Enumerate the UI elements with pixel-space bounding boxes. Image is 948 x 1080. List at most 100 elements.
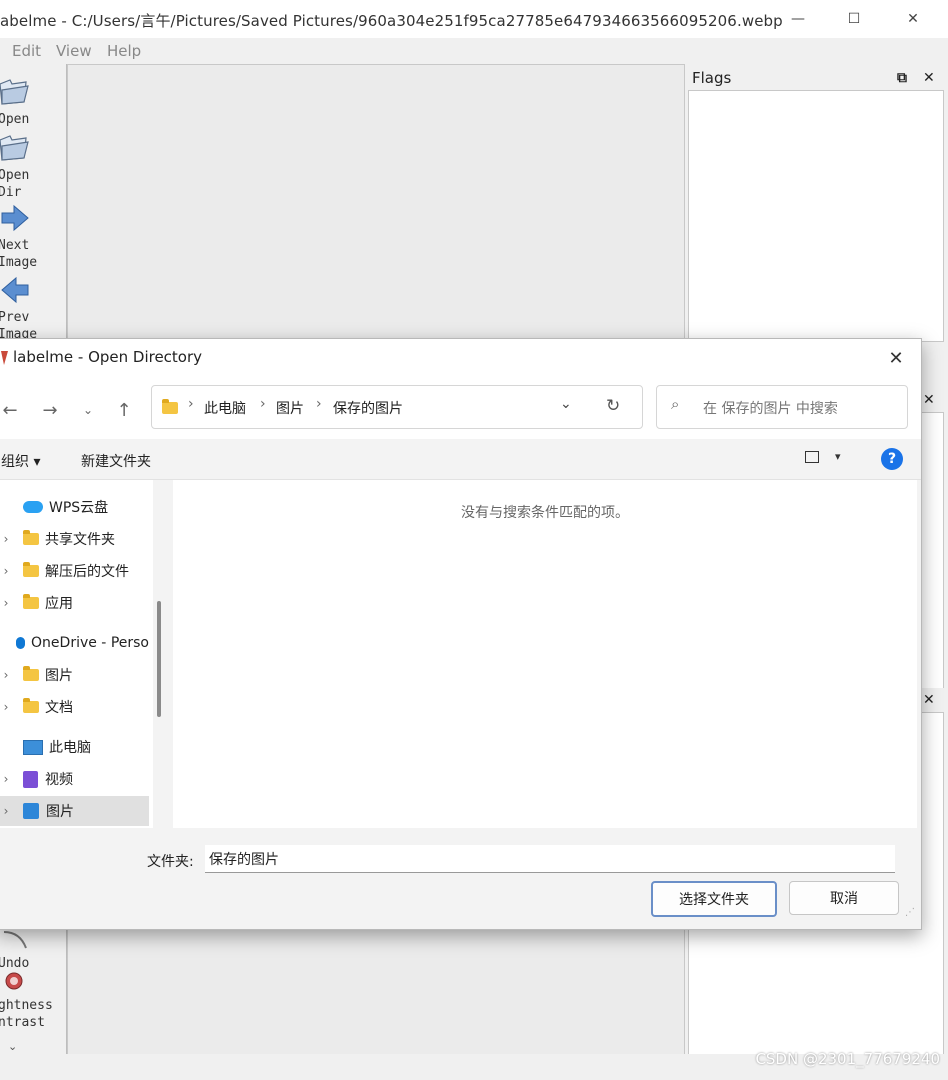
dock-close-icon[interactable]: ✕ bbox=[923, 692, 935, 708]
nav-item-this-pc[interactable]: 此电脑 bbox=[0, 732, 149, 762]
cancel-button[interactable]: 取消 bbox=[789, 881, 899, 915]
nav-item-label: 图片 bbox=[46, 804, 74, 820]
nav-item-label: WPS云盘 bbox=[49, 500, 109, 516]
nav-item-extracted-files[interactable]: › 解压后的文件 bbox=[0, 556, 149, 586]
close-button[interactable]: ✕ bbox=[890, 4, 936, 34]
undo-tool[interactable]: Undo bbox=[0, 928, 66, 972]
nav-item-shared-folder[interactable]: › 共享文件夹 bbox=[0, 524, 149, 554]
chevron-right-icon[interactable]: › bbox=[0, 596, 13, 610]
dialog-titlebar: labelme - Open Directory ✕ bbox=[0, 339, 921, 377]
nav-item-label: 此电脑 bbox=[49, 740, 91, 756]
up-button[interactable]: ↑ bbox=[111, 397, 137, 423]
menu-edit[interactable]: Edit bbox=[12, 42, 41, 60]
address-bar[interactable]: › 此电脑 › 图片 › 保存的图片 ⌄ ↻ bbox=[151, 385, 643, 429]
folder-icon bbox=[23, 666, 39, 681]
folder-icon bbox=[23, 594, 39, 609]
window-title: abelme - C:/Users/言午/Pictures/Saved Pict… bbox=[0, 12, 783, 30]
chevron-down-icon[interactable]: ▾ bbox=[835, 450, 841, 463]
back-button[interactable]: ← bbox=[0, 397, 23, 423]
organize-menu[interactable]: 组织 ▾ bbox=[1, 451, 40, 471]
dialog-close-button[interactable]: ✕ bbox=[883, 345, 909, 371]
nav-item-label: 图片 bbox=[45, 668, 73, 684]
nav-item-apps[interactable]: › 应用 bbox=[0, 588, 149, 618]
search-placeholder: 在 保存的图片 中搜索 bbox=[703, 401, 838, 417]
minimize-button[interactable]: — bbox=[775, 4, 821, 34]
video-icon bbox=[23, 770, 38, 788]
nav-item-onedrive[interactable]: OneDrive - Perso bbox=[0, 628, 149, 658]
flags-list[interactable] bbox=[688, 90, 944, 342]
folder-open-icon bbox=[0, 135, 29, 161]
close-icon: ✕ bbox=[888, 347, 904, 369]
close-icon: ✕ bbox=[907, 11, 919, 27]
chevron-right-icon[interactable]: › bbox=[0, 668, 13, 682]
folder-label: 文件夹: bbox=[147, 854, 194, 870]
maximize-button[interactable]: ☐ bbox=[831, 4, 877, 34]
next-image-label: Next Image bbox=[0, 238, 38, 270]
chevron-down-icon[interactable]: ⌄ bbox=[560, 396, 572, 412]
chevron-right-icon[interactable]: › bbox=[0, 772, 13, 786]
open-dir-label: Open Dir bbox=[0, 168, 30, 200]
dock-close-icon[interactable]: ✕ bbox=[923, 70, 935, 86]
nav-item-documents[interactable]: › 文档 bbox=[0, 692, 149, 722]
file-pane[interactable]: 没有与搜索条件匹配的项。 bbox=[173, 480, 917, 828]
recent-locations-button[interactable]: ⌄ bbox=[75, 397, 101, 423]
menubar bbox=[0, 38, 948, 64]
nav-item-label: 文档 bbox=[45, 700, 73, 716]
nav-item-onedrive-pictures[interactable]: › 图片 bbox=[0, 660, 149, 690]
nav-scrollbar[interactable] bbox=[157, 601, 161, 717]
chevron-right-icon[interactable]: › bbox=[0, 564, 13, 578]
folder-open-icon bbox=[0, 79, 29, 105]
open-tool[interactable]: Open bbox=[0, 76, 66, 128]
arrow-left-icon: ← bbox=[2, 399, 18, 421]
nav-item-label: 解压后的文件 bbox=[45, 564, 129, 580]
prev-image-tool[interactable]: Prev Image bbox=[0, 276, 66, 343]
forward-button[interactable]: → bbox=[37, 397, 63, 423]
dialog-title: labelme - Open Directory bbox=[13, 348, 203, 366]
menu-help[interactable]: Help bbox=[107, 42, 141, 60]
nav-item-label: OneDrive - Perso bbox=[31, 635, 149, 651]
dock-float-icon[interactable]: ⧉ bbox=[897, 70, 907, 86]
command-bar: 组织 ▾ 新建文件夹 ▾ ? bbox=[0, 439, 921, 480]
nav-item-pictures[interactable]: › 图片 bbox=[0, 796, 149, 826]
menu-view[interactable]: View bbox=[56, 42, 92, 60]
next-image-tool[interactable]: Next Image bbox=[0, 204, 66, 271]
dialog-footer: 文件夹: 选择文件夹 取消 ⋰ bbox=[0, 829, 921, 929]
dock-close-icon[interactable]: ✕ bbox=[923, 392, 935, 408]
resize-grip-icon[interactable]: ⋰ bbox=[905, 907, 915, 918]
help-icon[interactable]: ? bbox=[881, 448, 903, 470]
empty-message: 没有与搜索条件匹配的项。 bbox=[461, 505, 629, 521]
breadcrumb-item[interactable]: 此电脑 bbox=[204, 398, 246, 418]
chevron-right-icon[interactable]: › bbox=[0, 804, 13, 818]
onedrive-icon bbox=[15, 637, 26, 649]
chevron-right-icon[interactable]: › bbox=[0, 700, 13, 714]
search-box[interactable]: ⌕ 在 保存的图片 中搜索 bbox=[656, 385, 908, 429]
folder-icon bbox=[23, 698, 39, 713]
folder-name-input[interactable] bbox=[205, 845, 895, 873]
breadcrumb-separator-icon: › bbox=[316, 396, 322, 412]
nav-item-videos[interactable]: › 视频 bbox=[0, 764, 149, 794]
search-icon: ⌕ bbox=[671, 395, 680, 413]
breadcrumb-item[interactable]: 图片 bbox=[276, 398, 304, 418]
open-dir-tool[interactable]: Open Dir bbox=[0, 132, 66, 201]
arrow-right-icon: → bbox=[42, 399, 58, 421]
chevron-right-icon[interactable]: › bbox=[0, 532, 13, 546]
folder-icon bbox=[23, 530, 39, 545]
nav-item-wps[interactable]: WPS云盘 bbox=[0, 492, 149, 522]
folder-icon bbox=[23, 562, 39, 577]
breadcrumb-item[interactable]: 保存的图片 bbox=[333, 398, 403, 418]
chevron-down-icon: ⌄ bbox=[82, 403, 94, 417]
watermark: CSDN @2301_77679240 bbox=[755, 1050, 940, 1068]
arrow-left-icon bbox=[1, 276, 29, 304]
brightness-contrast-tool[interactable]: ghtness ntrast bbox=[0, 970, 66, 1031]
select-folder-button[interactable]: 选择文件夹 bbox=[651, 881, 777, 917]
refresh-icon[interactable]: ↻ bbox=[606, 396, 620, 416]
more-tools-icon[interactable]: ⌄ bbox=[8, 1040, 17, 1053]
navigation-pane: WPS云盘 › 共享文件夹 › 解压后的文件 › 应用 OneDrive - P… bbox=[0, 480, 153, 828]
nav-item-label: 共享文件夹 bbox=[45, 532, 115, 548]
arrow-right-icon bbox=[1, 204, 29, 232]
computer-icon bbox=[23, 739, 43, 755]
new-folder-button[interactable]: 新建文件夹 bbox=[81, 451, 151, 471]
cloud-icon bbox=[23, 501, 43, 513]
view-mode-icon[interactable] bbox=[805, 451, 819, 463]
open-directory-dialog: labelme - Open Directory ✕ ← → ⌄ ↑ › 此电脑… bbox=[0, 338, 922, 930]
